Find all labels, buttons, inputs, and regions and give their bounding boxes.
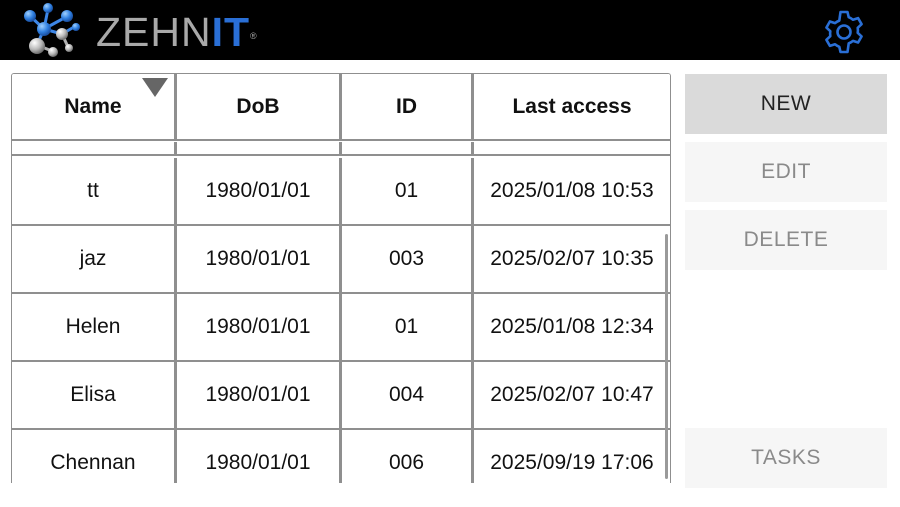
app-header: ZEHNIT®: [0, 0, 900, 60]
delete-button[interactable]: DELETE: [685, 210, 887, 270]
column-header-last-access[interactable]: Last access: [474, 74, 670, 141]
brand-text-gray: ZEHN: [96, 9, 212, 55]
patients-table: Name DoB ID Last access tt 1980/01/01 01…: [11, 73, 671, 483]
partial-row: [12, 142, 670, 156]
cell-last-access: 2025/02/07 10:35: [490, 247, 654, 270]
brand-wordmark: ZEHNIT®: [96, 10, 258, 54]
cell-name: Chennan: [12, 430, 177, 483]
table-row[interactable]: Elisa 1980/01/01 004 2025/02/07 10:47: [12, 362, 670, 430]
column-header-label: ID: [396, 94, 417, 118]
cell-last-access: 2025/01/08 10:53: [490, 179, 654, 202]
edit-button[interactable]: EDIT: [685, 142, 887, 202]
column-header-label: Last access: [512, 94, 632, 118]
cell-name: Helen: [12, 294, 177, 360]
cell-name: Elisa: [12, 362, 177, 428]
tasks-button[interactable]: TASKS: [685, 428, 887, 488]
gear-icon[interactable]: [820, 8, 868, 56]
cell-id: 004: [342, 362, 474, 428]
cell-dob: 1980/01/01: [177, 430, 342, 483]
partial-cell: [342, 142, 474, 156]
cell-id: 006: [342, 430, 474, 483]
table-row[interactable]: Chennan 1980/01/01 006 2025/09/19 17:06: [12, 430, 670, 483]
cell-last-access: 2025/09/19 17:06: [490, 451, 654, 474]
cell-dob: 1980/01/01: [177, 226, 342, 292]
table-header: Name DoB ID Last access: [12, 74, 670, 142]
column-header-label: Name: [64, 94, 122, 118]
cell-dob: 1980/01/01: [177, 294, 342, 360]
sort-descending-icon: [142, 78, 168, 97]
column-header-label: DoB: [236, 94, 280, 118]
column-header-id[interactable]: ID: [342, 74, 474, 141]
table-body[interactable]: tt 1980/01/01 01 2025/01/08 10:53 jaz 19…: [12, 142, 670, 483]
cell-name: tt: [12, 158, 177, 224]
cell-id: 01: [342, 294, 474, 360]
cell-dob: 1980/01/01: [177, 158, 342, 224]
table-row[interactable]: tt 1980/01/01 01 2025/01/08 10:53: [12, 158, 670, 226]
table-scrollbar[interactable]: [665, 234, 668, 479]
cell-id: 01: [342, 158, 474, 224]
column-header-name[interactable]: Name: [12, 74, 177, 141]
cell-name: jaz: [12, 226, 177, 292]
cell-id: 003: [342, 226, 474, 292]
cell-last-access: 2025/02/07 10:47: [490, 383, 654, 406]
table-row[interactable]: Helen 1980/01/01 01 2025/01/08 12:34: [12, 294, 670, 362]
new-button[interactable]: NEW: [685, 74, 887, 134]
partial-cell: [177, 142, 342, 156]
cell-last-access: 2025/01/08 12:34: [490, 315, 654, 338]
table-row[interactable]: jaz 1980/01/01 003 2025/02/07 10:35: [12, 226, 670, 294]
brand-text-blue: IT: [211, 9, 251, 55]
molecule-logo-icon: [24, 3, 80, 57]
partial-cell: [12, 142, 177, 156]
column-header-dob[interactable]: DoB: [177, 74, 342, 141]
cell-dob: 1980/01/01: [177, 362, 342, 428]
registered-mark: ®: [250, 31, 258, 41]
